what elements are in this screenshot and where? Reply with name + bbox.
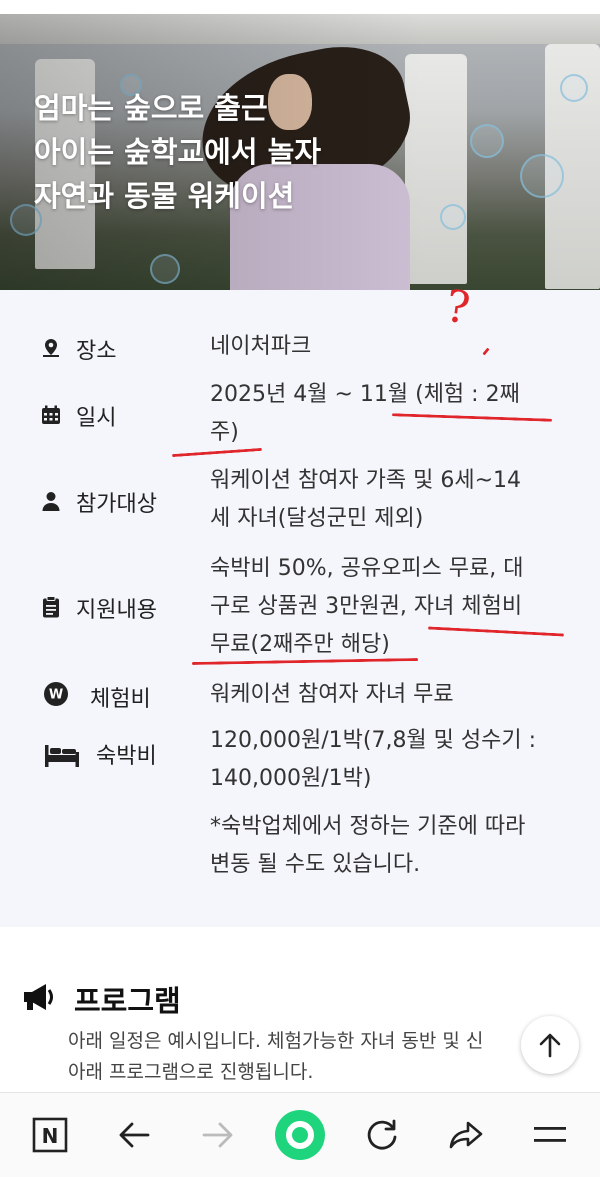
location-icon xyxy=(40,337,62,359)
back-button[interactable] xyxy=(106,1107,162,1163)
forward-button[interactable] xyxy=(190,1107,246,1163)
info-value-line: 숙박비 50%, 공유오피스 무료, 대 xyxy=(210,556,524,581)
green-home-button[interactable] xyxy=(272,1107,328,1163)
info-label: 체험비 xyxy=(90,687,151,712)
program-title: 프로그램 xyxy=(74,984,181,1018)
green-dot-icon xyxy=(275,1110,325,1160)
hero-banner: 엄마는 숲으로 출근 아이는 숲학교에서 놀자 자연과 동물 워케이션 xyxy=(0,14,600,290)
menu-button[interactable] xyxy=(522,1107,578,1163)
scroll-to-top-button[interactable] xyxy=(521,1016,579,1074)
hero-title-line: 아이는 숲학교에서 놀자 xyxy=(34,135,321,169)
info-value-line: 140,000원/1박) xyxy=(210,766,372,791)
refresh-icon xyxy=(367,1119,397,1150)
info-value: 네이처파크 xyxy=(210,328,565,366)
info-value: 워케이션 참여자 가족 및 6세~14 세 자녀(달성군민 제외) xyxy=(210,462,565,538)
info-label: 일시 xyxy=(76,406,117,431)
share-icon xyxy=(449,1121,483,1149)
clipboard-icon xyxy=(40,596,62,618)
info-value-line: 워케이션 참여자 가족 및 6세~14 xyxy=(210,468,522,493)
info-note-line: 변동 될 수도 있습니다. xyxy=(210,852,421,877)
program-header: 프로그램 xyxy=(22,978,181,1020)
info-value: 120,000원/1박(7,8월 및 성수기 : 140,000원/1박) xyxy=(210,722,565,798)
naver-home-button[interactable]: N xyxy=(22,1107,78,1163)
won-icon: W xyxy=(44,682,68,706)
info-panel: 장소 네이처파크 일시 2025년 4월 ~ 11월 (체험 : 2째 주) 참… xyxy=(0,281,600,927)
svg-text:N: N xyxy=(42,1124,59,1148)
info-value-line: 2025년 4월 ~ 11월 (체험 : 2째 xyxy=(210,382,520,407)
hamburger-icon xyxy=(534,1127,566,1142)
arrow-right-icon xyxy=(202,1122,233,1148)
megaphone-icon xyxy=(22,982,56,1016)
share-button[interactable] xyxy=(438,1107,494,1163)
info-label: 지원내용 xyxy=(76,598,157,623)
bed-icon xyxy=(44,742,80,768)
info-value: 2025년 4월 ~ 11월 (체험 : 2째 주) xyxy=(210,376,565,452)
info-value-line: 120,000원/1박(7,8월 및 성수기 : xyxy=(210,728,537,753)
program-desc-line: 아래 프로그램으로 진행됩니다. xyxy=(68,1061,314,1083)
info-value: 숙박비 50%, 공유오피스 무료, 대 구로 상품권 3만원권, 자녀 체험비… xyxy=(210,550,565,664)
info-label: 숙박비 xyxy=(96,744,157,769)
info-value: 워케이션 참여자 자녀 무료 xyxy=(210,676,565,714)
info-note-text: *숙박업체에서 정하는 기준에 따라 변동 될 수도 있습니다. xyxy=(210,808,565,884)
svg-text:W: W xyxy=(49,688,63,703)
info-value-line: 세 자녀(달성군민 제외) xyxy=(210,506,424,531)
info-value-line: 네이처파크 xyxy=(210,334,312,359)
naver-n-icon: N xyxy=(32,1117,68,1153)
info-note-line: *숙박업체에서 정하는 기준에 따라 xyxy=(210,814,526,839)
hero-title: 엄마는 숲으로 출근 아이는 숲학교에서 놀자 자연과 동물 워케이션 xyxy=(34,86,321,218)
calendar-icon xyxy=(40,404,62,426)
info-value-line: 구로 상품권 3만원권, 자녀 체험비 xyxy=(210,594,523,619)
hero-title-line: 자연과 동물 워케이션 xyxy=(34,179,295,213)
person-icon xyxy=(40,490,62,512)
hero-title-line: 엄마는 숲으로 출근 xyxy=(34,91,268,125)
arrow-left-icon xyxy=(119,1122,150,1148)
info-value-line: 워케이션 참여자 자녀 무료 xyxy=(210,682,454,707)
arrow-up-icon xyxy=(539,1033,561,1058)
program-desc-line: 아래 일정은 예시입니다. 체험가능한 자녀 동반 및 신 xyxy=(68,1030,484,1052)
refresh-button[interactable] xyxy=(354,1107,410,1163)
browser-bottom-bar: N xyxy=(0,1092,600,1177)
info-label: 참가대상 xyxy=(76,492,157,517)
program-description: 아래 일정은 예시입니다. 체험가능한 자녀 동반 및 신 아래 프로그램으로 … xyxy=(68,1026,538,1088)
info-label: 장소 xyxy=(76,339,117,364)
